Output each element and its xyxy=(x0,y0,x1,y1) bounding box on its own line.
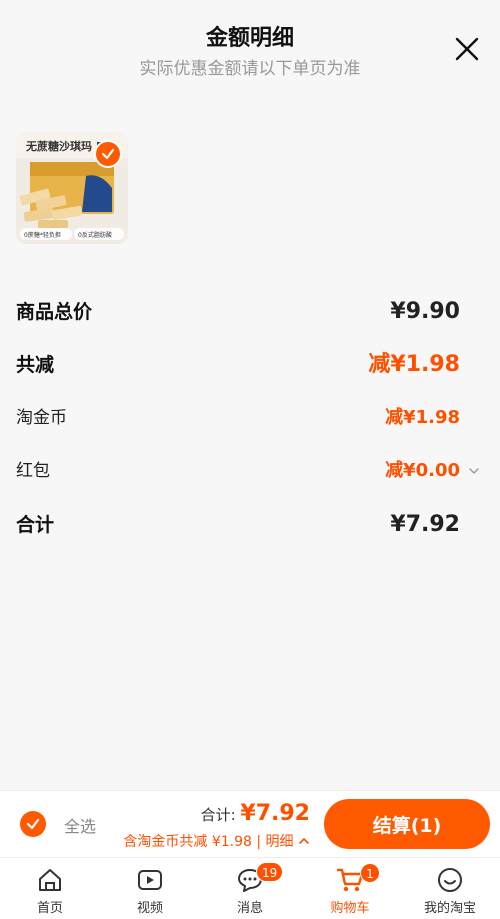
checkout-bar: 全选 合计: ¥7.92 含淘金币共减 ¥1.98 | 明细 结算(1) xyxy=(0,790,500,857)
grand-total-value: ¥7.92 xyxy=(390,512,460,537)
product-tag-1: 0蔗糖*轻负担 xyxy=(24,231,61,239)
tab-cart[interactable]: 购物车 1 xyxy=(300,858,400,919)
product-selected-check-icon[interactable] xyxy=(94,140,122,168)
product-image-text: 无蔗糖沙琪玛 5 xyxy=(25,139,103,153)
product-tag-2: 0反式脂肪酸 xyxy=(78,231,112,239)
subtotal-label: 商品总价 xyxy=(16,301,93,323)
row-red-packet[interactable]: 红包 减¥0.00 xyxy=(16,451,484,491)
tab-cart-label: 购物车 xyxy=(330,901,370,916)
tab-home[interactable]: 首页 xyxy=(0,858,100,919)
total-line: 合计: ¥7.92 xyxy=(201,801,310,826)
red-packet-label: 红包 xyxy=(16,461,50,481)
chevron-down-icon[interactable] xyxy=(468,465,480,477)
tab-my-taobao-label: 我的淘宝 xyxy=(423,901,476,916)
close-icon[interactable] xyxy=(454,36,480,62)
tab-messages-label: 消息 xyxy=(236,901,263,916)
total-discount-label: 共减 xyxy=(16,354,55,376)
row-subtotal: 商品总价 ¥9.90 xyxy=(16,292,484,332)
subtotal-value: ¥9.90 xyxy=(390,299,460,324)
sheet-subtitle: 实际优惠金额请以下单页为准 xyxy=(139,59,361,79)
red-packet-value: 减¥0.00 xyxy=(385,460,460,481)
total-discount-value: 减¥1.98 xyxy=(368,352,460,377)
bottom-tab-bar: 首页 视频 消息 19 购物车 1 我的淘宝 xyxy=(0,857,500,919)
row-grand-total: 合计 ¥7.92 xyxy=(16,505,484,545)
select-all-check-icon[interactable] xyxy=(20,811,46,837)
tab-my-taobao[interactable]: 我的淘宝 xyxy=(400,858,500,919)
video-icon xyxy=(138,870,162,890)
message-badge: 19 xyxy=(256,862,284,882)
total-value: ¥7.92 xyxy=(240,801,310,826)
cart-badge: 1 xyxy=(360,863,380,883)
amount-detail-sheet: 金额明细 实际优惠金额请以下单页为准 无蔗糖沙琪玛 5 0蔗糖*轻负担 0反式脂… xyxy=(0,0,500,790)
row-taojinbi: 淘金币 减¥1.98 xyxy=(16,398,484,438)
tab-video[interactable]: 视频 xyxy=(100,858,200,919)
taojinbi-value: 减¥1.98 xyxy=(385,407,460,428)
tab-home-label: 首页 xyxy=(36,901,63,916)
chevron-up-icon xyxy=(299,838,309,844)
row-total-discount: 共减 减¥1.98 xyxy=(16,345,484,385)
select-all-label[interactable]: 全选 xyxy=(64,813,96,837)
grand-total-label: 合计 xyxy=(16,514,55,536)
sheet-title: 金额明细 xyxy=(205,26,294,51)
tab-video-label: 视频 xyxy=(136,901,163,916)
taojinbi-label: 淘金币 xyxy=(16,408,67,428)
discount-detail-text: 含淘金币共减 ¥1.98 | 明细 xyxy=(123,834,294,850)
home-icon xyxy=(39,869,61,891)
checkout-button[interactable]: 结算(1) xyxy=(324,799,490,849)
profile-icon xyxy=(438,868,462,892)
discount-detail-link[interactable]: 含淘金币共减 ¥1.98 | 明细 xyxy=(123,831,310,851)
tab-messages[interactable]: 消息 19 xyxy=(200,858,300,919)
total-label: 合计: xyxy=(200,806,236,824)
